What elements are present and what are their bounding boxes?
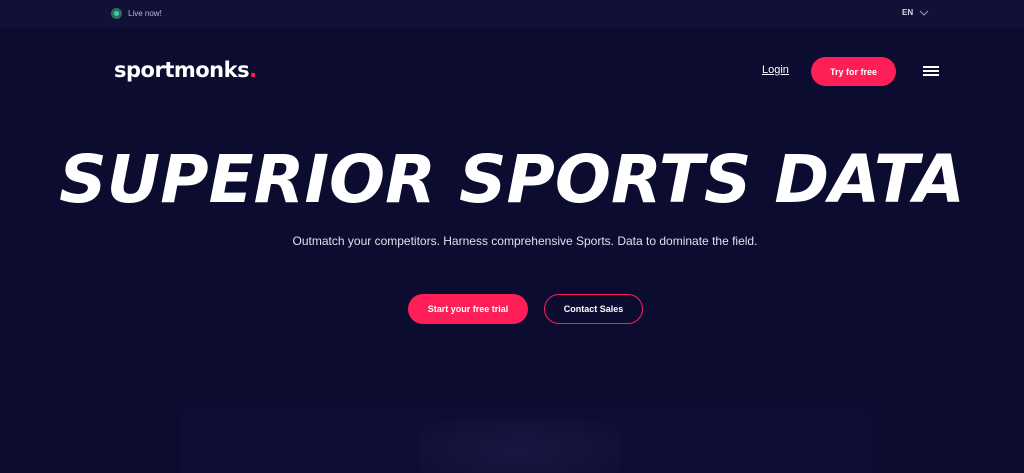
menu-line [923, 66, 939, 68]
live-now-label: Live now! [128, 8, 162, 18]
announcement-bar: Live now! EN [0, 0, 1024, 28]
page: Live now! EN sportmonks. Login Try for f… [0, 0, 1024, 473]
hero-subtitle: Outmatch your competitors. Harness compr… [292, 234, 758, 248]
menu-line [923, 74, 939, 76]
hero-title: SUPERIOR SPORTS DATA [59, 141, 965, 218]
hamburger-menu-icon[interactable] [923, 66, 939, 76]
menu-line [923, 70, 939, 72]
language-label: EN [902, 8, 914, 17]
brand-dot: . [249, 58, 257, 82]
brand-logo[interactable]: sportmonks. [114, 58, 257, 82]
preview-glow [420, 420, 620, 473]
contact-sales-button[interactable]: Contact Sales [544, 294, 643, 324]
live-status-icon [111, 7, 122, 19]
start-free-trial-button[interactable]: Start your free trial [408, 294, 528, 324]
chevron-down-icon [919, 10, 929, 16]
live-now-link[interactable]: Live now! [111, 6, 162, 20]
try-for-free-button[interactable]: Try for free [811, 57, 896, 86]
brand-name: sportmonks [114, 58, 250, 82]
language-selector[interactable]: EN [902, 8, 929, 17]
live-status-dot [114, 10, 119, 16]
login-link[interactable]: Login [762, 64, 789, 76]
